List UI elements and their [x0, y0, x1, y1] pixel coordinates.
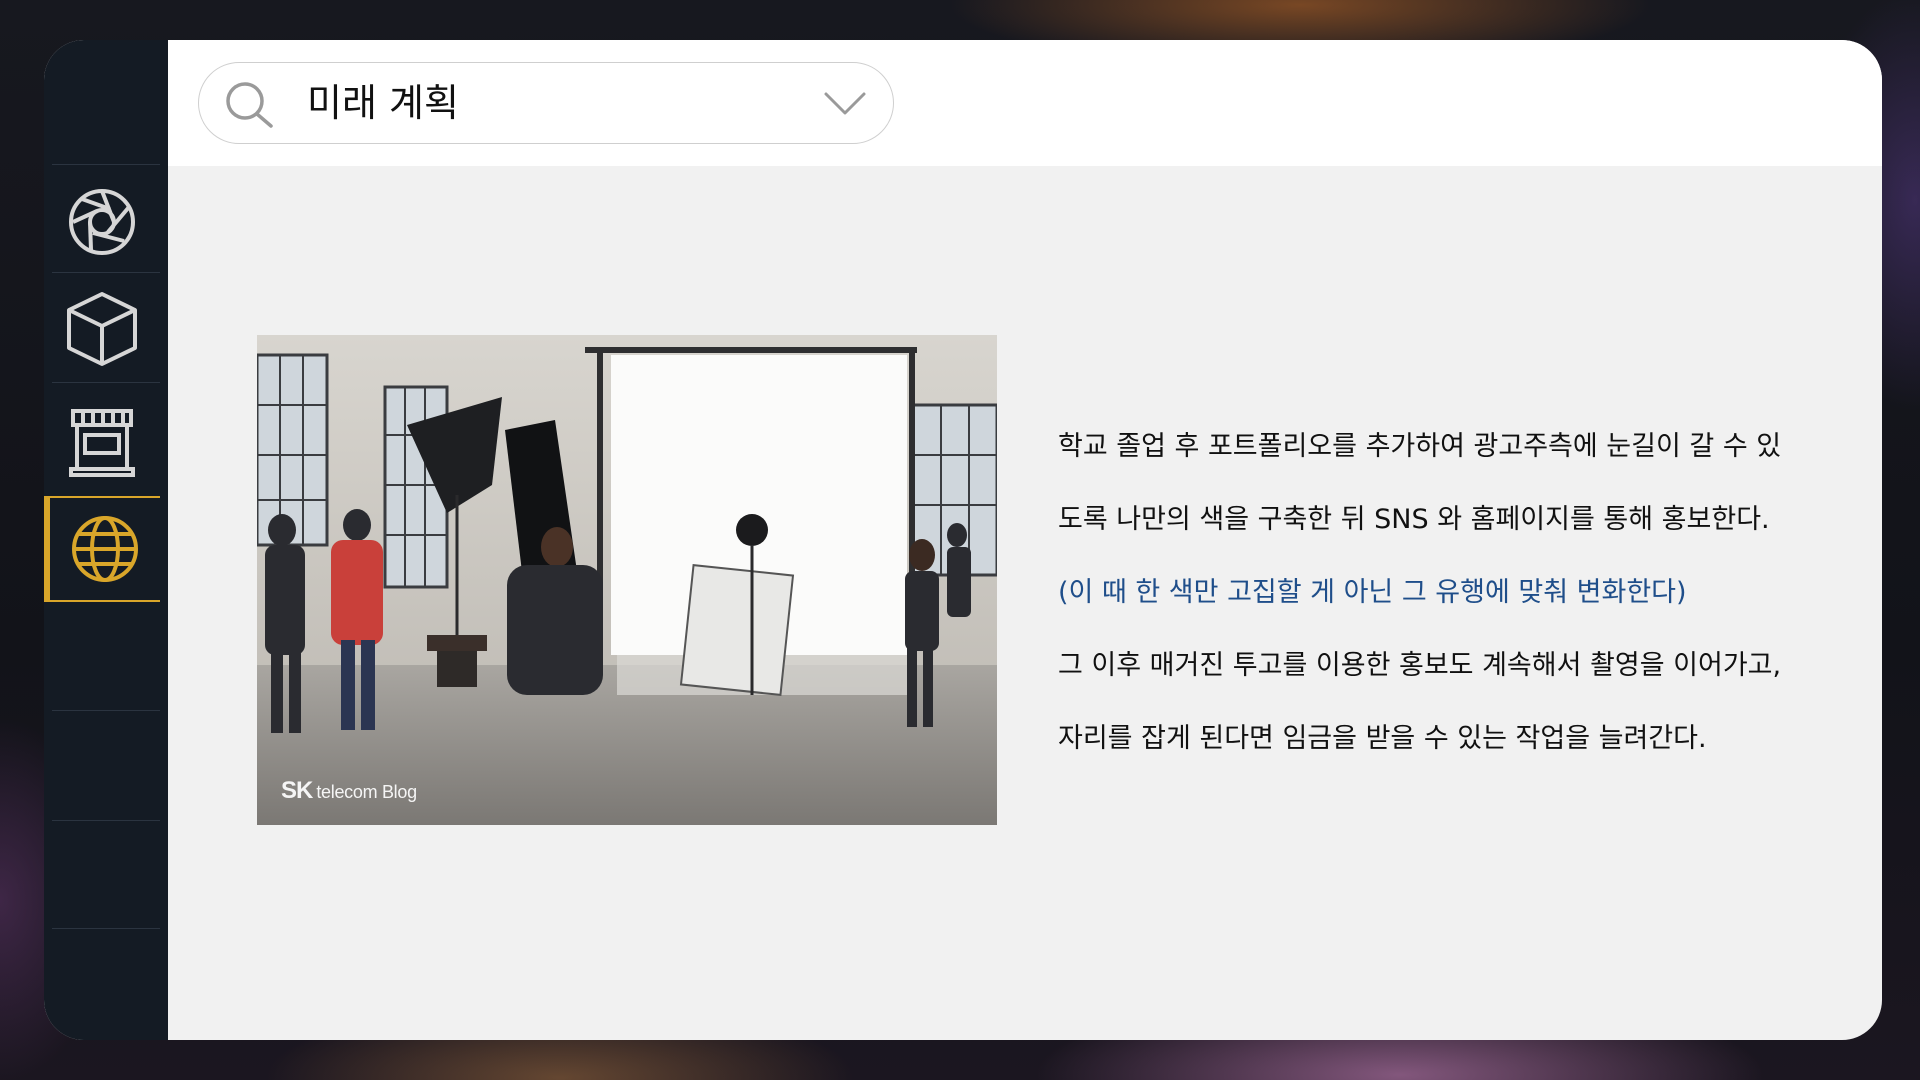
cube-icon: [65, 290, 139, 368]
aperture-icon: [67, 187, 137, 257]
sidebar-divider: [52, 164, 160, 165]
description-line: 그 이후 매거진 투고를 이용한 홍보도 계속해서 촬영을 이어가고,: [1058, 650, 1782, 681]
sidebar-item-globe[interactable]: [44, 496, 160, 602]
watermark-text: telecom Blog: [316, 782, 417, 802]
description-note: (이 때 한 색만 고집할 게 아닌 그 유행에 맞춰 변화한다): [1058, 577, 1687, 608]
description-line: 학교 졸업 후 포트폴리오를 추가하여 광고주측에 눈길이 갈 수 있: [1058, 431, 1782, 462]
sidebar: [44, 40, 168, 1040]
app-window: 미래 계획 SK telecom Blog 학교 졸업 후 포트폴리오를 추가하…: [44, 40, 1882, 1040]
globe-icon: [70, 514, 140, 584]
photo-watermark: SK telecom Blog: [281, 777, 417, 805]
storefront-icon: [69, 407, 135, 477]
watermark-brand: SK: [281, 777, 313, 804]
search-icon: [223, 81, 277, 133]
plan-description: 학교 졸업 후 포트폴리오를 추가하여 광고주측에 눈길이 갈 수 있 도록 나…: [1058, 410, 1848, 775]
sidebar-divider: [52, 928, 160, 929]
sidebar-item-aperture[interactable]: [44, 172, 160, 272]
search-dropdown[interactable]: 미래 계획: [198, 62, 894, 144]
studio-photo-illustration: [257, 335, 997, 825]
description-line: 자리를 잡게 된다면 임금을 받을 수 있는 작업을 늘려간다.: [1058, 723, 1707, 754]
sidebar-divider: [52, 710, 160, 711]
sidebar-item-cube[interactable]: [44, 278, 160, 380]
sidebar-divider: [52, 382, 160, 383]
sidebar-divider: [52, 820, 160, 821]
description-line: 도록 나만의 색을 구축한 뒤 SNS 와 홈페이지를 통해 홍보한다.: [1058, 504, 1770, 535]
top-bar: 미래 계획: [168, 40, 1882, 166]
search-input[interactable]: 미래 계획: [307, 81, 459, 125]
studio-photo: SK telecom Blog: [257, 335, 997, 825]
sidebar-divider: [52, 272, 160, 273]
sidebar-item-storefront[interactable]: [44, 392, 160, 492]
chevron-down-icon[interactable]: [823, 91, 867, 121]
